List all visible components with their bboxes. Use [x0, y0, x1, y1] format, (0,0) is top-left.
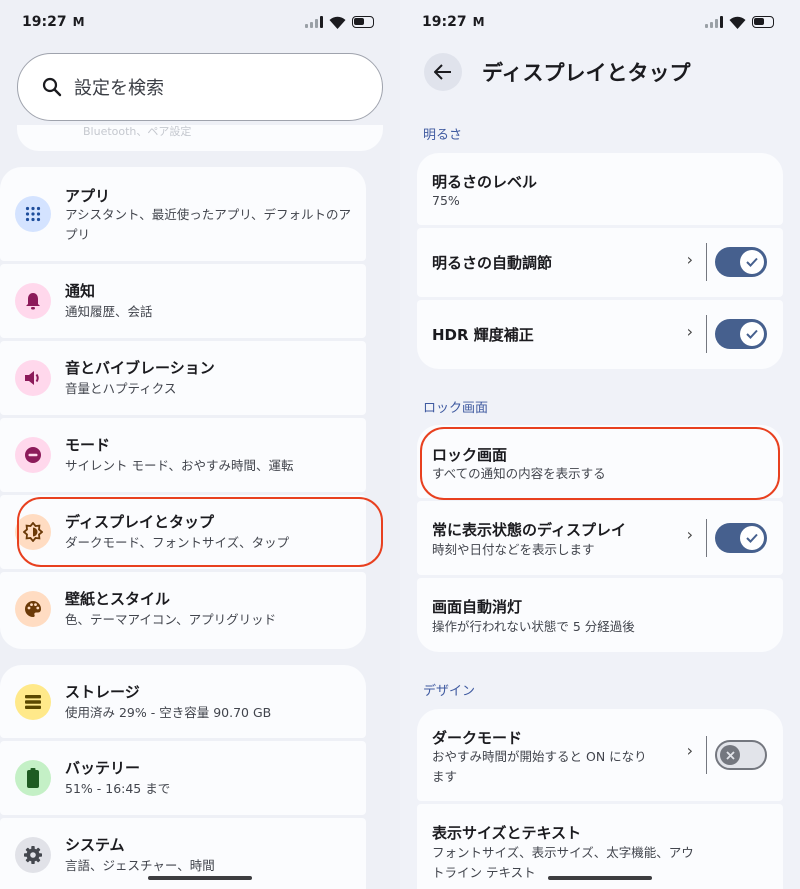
settings-item-battery[interactable]: バッテリー 51% - 16:45 まで — [0, 741, 366, 815]
hdr-toggle[interactable] — [715, 319, 767, 349]
status-bar: 19:27 M — [422, 10, 774, 34]
item-title: バッテリー — [65, 759, 141, 777]
divider — [705, 315, 707, 353]
item-title: ロック画面 — [432, 446, 508, 464]
item-subtitle: 音量とハプティクス — [65, 381, 177, 396]
palette-icon — [15, 591, 51, 627]
cell-signal-icon — [305, 16, 323, 28]
chevron-right-icon: › — [686, 250, 693, 269]
check-icon — [740, 250, 764, 274]
search-placeholder: 設定を検索 — [74, 78, 164, 99]
item-title: 明るさの自動調節 — [432, 254, 553, 272]
item-title: モード — [65, 436, 111, 454]
settings-screen: 19:27 M 設定を検索 Bluetooth、ペア設定 アプリ アシスタント、… — [0, 0, 400, 889]
settings-item-storage[interactable]: ストレージ 使用済み 29% - 空き容量 90.70 GB — [0, 665, 366, 738]
item-title: HDR 輝度補正 — [432, 326, 534, 344]
adaptive-brightness-toggle[interactable] — [715, 247, 767, 277]
search-input[interactable]: 設定を検索 — [17, 53, 383, 121]
item-title: 常に表示状態のディスプレイ — [432, 521, 626, 539]
setting-always-on-display[interactable]: 常に表示状態のディスプレイ 時刻や日付などを表示します › — [417, 501, 783, 575]
settings-item-modes[interactable]: モード サイレント モード、おやすみ時間、運転 — [0, 418, 366, 492]
status-time: 19:27 — [22, 14, 67, 30]
item-title: 壁紙とスタイル — [65, 590, 171, 608]
notification-icon: M — [72, 15, 85, 29]
item-title: システム — [65, 836, 125, 854]
top-app-bar: ディスプレイとタップ — [424, 52, 776, 92]
check-icon — [740, 526, 764, 550]
setting-screen-timeout[interactable]: 画面自動消灯 操作が行われない状態で 5 分経過後 — [417, 578, 783, 652]
item-subtitle: アシスタント、最近使ったアプリ、デフォルトのアプリ — [65, 207, 352, 242]
settings-item-sound[interactable]: 音とバイブレーション 音量とハプティクス — [0, 341, 366, 415]
settings-item-notifications[interactable]: 通知 通知履歴、会話 — [0, 264, 366, 338]
setting-adaptive-brightness[interactable]: 明るさの自動調節 › — [417, 228, 783, 297]
item-title: アプリ — [65, 187, 111, 205]
item-title: 明るさのレベル — [432, 173, 538, 191]
battery-status-icon — [352, 16, 374, 28]
check-icon — [740, 322, 764, 346]
wifi-icon — [329, 16, 346, 29]
item-subtitle: ダークモード、フォントサイズ、タップ — [65, 535, 290, 550]
setting-brightness-level[interactable]: 明るさのレベル 75% — [417, 153, 783, 225]
apps-grid-icon — [15, 196, 51, 232]
item-title: ディスプレイとタップ — [65, 513, 214, 531]
setting-lock-screen[interactable]: ロック画面 すべての通知の内容を表示する — [417, 425, 783, 498]
close-icon — [720, 745, 740, 765]
status-bar: 19:27 M — [22, 10, 374, 34]
item-subtitle: 言語、ジェスチャー、時間 — [65, 858, 215, 873]
always-on-toggle[interactable] — [715, 523, 767, 553]
peek-subtitle: Bluetooth、ペア設定 — [83, 125, 192, 138]
page-title: ディスプレイとタップ — [482, 61, 691, 85]
gear-icon — [15, 837, 51, 873]
item-subtitle: 時刻や日付などを表示します — [432, 542, 595, 557]
battery-icon — [15, 760, 51, 796]
dark-mode-toggle[interactable] — [715, 740, 767, 770]
chevron-right-icon: › — [686, 741, 693, 760]
item-value: 75% — [432, 193, 460, 208]
list-item-bluetooth-partial[interactable]: Bluetooth、ペア設定 — [17, 125, 383, 151]
battery-status-icon — [752, 16, 774, 28]
divider — [705, 736, 707, 774]
item-subtitle: 色、テーマアイコン、アプリグリッド — [65, 612, 277, 627]
arrow-back-icon — [434, 64, 451, 80]
divider — [705, 519, 707, 557]
cell-signal-icon — [705, 16, 723, 28]
item-subtitle: 通知履歴、会話 — [65, 304, 153, 319]
storage-icon — [15, 684, 51, 720]
settings-item-wallpaper[interactable]: 壁紙とスタイル 色、テーマアイコン、アプリグリッド — [0, 572, 366, 649]
back-button[interactable] — [424, 53, 462, 91]
display-settings-screen: 19:27 M ディスプレイとタップ 明るさ 明るさのレベル 75% 明るさの自… — [400, 0, 800, 889]
chevron-right-icon: › — [686, 525, 693, 544]
wifi-icon — [729, 16, 746, 29]
item-subtitle: サイレント モード、おやすみ時間、運転 — [65, 458, 294, 473]
search-icon — [42, 77, 62, 97]
section-header-lock-screen: ロック画面 — [423, 401, 489, 416]
item-subtitle: 使用済み 29% - 空き容量 90.70 GB — [65, 705, 272, 720]
setting-dark-mode[interactable]: ダークモード おやすみ時間が開始すると ON になります › — [417, 709, 783, 801]
status-time: 19:27 — [422, 14, 467, 30]
item-subtitle: 51% - 16:45 まで — [65, 781, 171, 796]
item-subtitle: すべての通知の内容を表示する — [432, 466, 606, 481]
do-not-disturb-icon — [15, 437, 51, 473]
item-title: 画面自動消灯 — [432, 598, 523, 616]
item-title: 音とバイブレーション — [65, 359, 215, 377]
gesture-nav-bar[interactable] — [148, 876, 252, 880]
divider — [705, 243, 707, 281]
section-header-design: デザイン — [423, 684, 476, 699]
item-subtitle: おやすみ時間が開始すると ON になります — [432, 749, 647, 784]
notification-icon: M — [472, 15, 485, 29]
item-title: ストレージ — [65, 683, 140, 701]
settings-item-apps[interactable]: アプリ アシスタント、最近使ったアプリ、デフォルトのアプリ — [0, 167, 366, 261]
chevron-right-icon: › — [686, 322, 693, 341]
section-header-brightness: 明るさ — [423, 128, 463, 143]
item-subtitle: 操作が行われない状態で 5 分経過後 — [432, 619, 635, 634]
volume-icon — [15, 360, 51, 396]
gesture-nav-bar[interactable] — [548, 876, 652, 880]
setting-hdr[interactable]: HDR 輝度補正 › — [417, 300, 783, 369]
item-title: 通知 — [65, 282, 96, 300]
brightness-icon — [15, 514, 51, 550]
bell-icon — [15, 283, 51, 319]
settings-item-display[interactable]: ディスプレイとタップ ダークモード、フォントサイズ、タップ — [0, 495, 366, 569]
item-title: ダークモード — [432, 729, 523, 747]
item-title: 表示サイズとテキスト — [432, 824, 582, 842]
